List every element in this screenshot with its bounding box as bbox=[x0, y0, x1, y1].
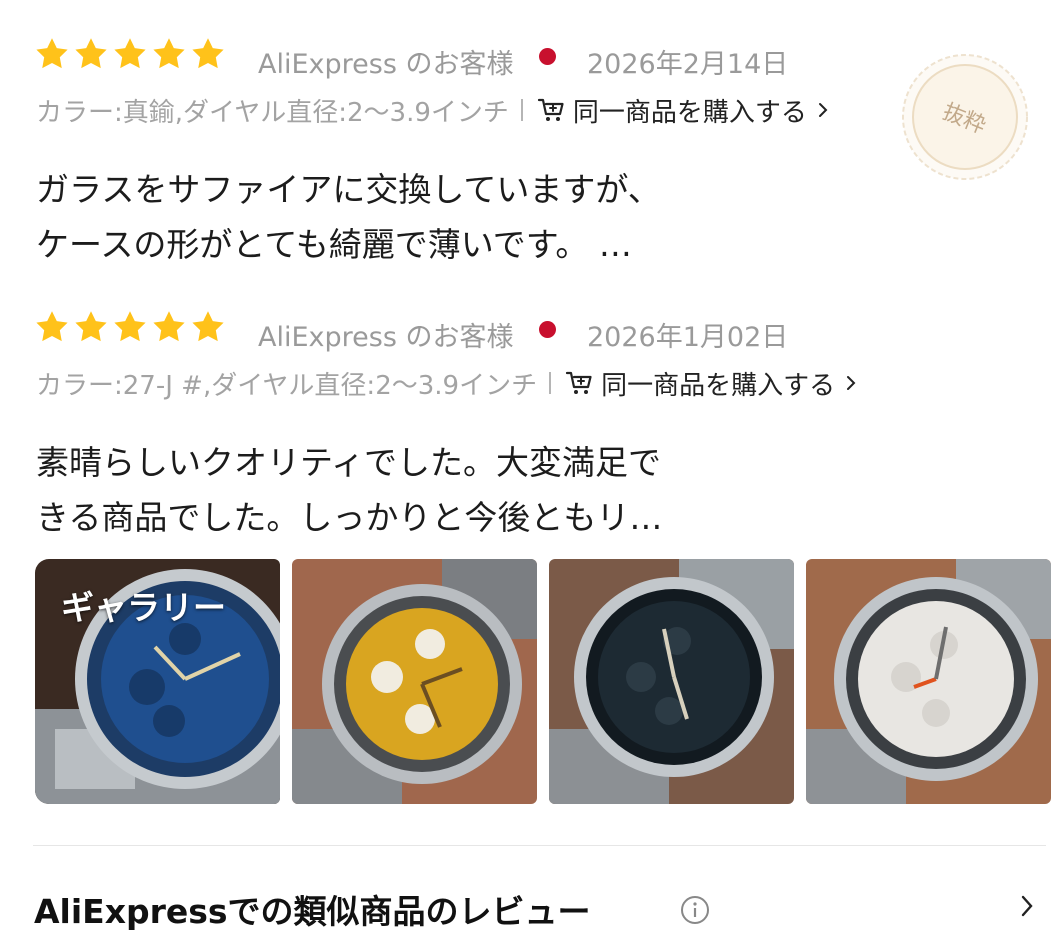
review-text-line: 素晴らしいクオリティでした。大変満足で bbox=[36, 443, 662, 482]
sku-row: カラー:27-J #,ダイヤル直径:2～3.9インチ 同一商品を購入する bbox=[36, 363, 857, 403]
sku-info: カラー:真鍮,ダイヤル直径:2～3.9インチ bbox=[36, 97, 509, 128]
review-photo-gallery: ギャラリー bbox=[35, 559, 1062, 804]
chevron-right-icon[interactable] bbox=[845, 373, 857, 393]
add-to-cart-icon[interactable] bbox=[565, 369, 593, 397]
country-flag-icon bbox=[539, 321, 556, 338]
excerpt-badge: 抜粋 bbox=[900, 42, 1030, 192]
buy-same-item-link[interactable]: 同一商品を購入する bbox=[573, 92, 807, 129]
gallery-thumbnail[interactable]: ギャラリー bbox=[35, 559, 280, 804]
star-icon bbox=[153, 311, 185, 342]
gallery-label: ギャラリー bbox=[61, 588, 226, 627]
country-flag-icon bbox=[539, 48, 556, 65]
review-meta: AliExpress のお客様 2026年1月02日 bbox=[0, 307, 1062, 353]
star-icon bbox=[114, 38, 146, 69]
star-icon bbox=[36, 38, 68, 69]
review-date: 2026年2月14日 bbox=[587, 49, 789, 80]
sku-info: カラー:27-J #,ダイヤル直径:2～3.9インチ bbox=[36, 370, 538, 401]
info-icon[interactable] bbox=[679, 894, 711, 926]
review-text-line: きる商品でした。しっかりと今後ともリ… bbox=[36, 498, 663, 537]
review-card: AliExpress のお客様 2026年1月02日 カラー:27-J #,ダイ… bbox=[0, 307, 1062, 537]
star-icon bbox=[75, 311, 107, 342]
section-divider bbox=[33, 845, 1046, 846]
star-rating bbox=[34, 309, 226, 345]
star-icon bbox=[153, 38, 185, 69]
similar-reviews-heading[interactable]: AliExpressでの類似商品のレビュー bbox=[34, 885, 591, 933]
chevron-right-icon[interactable] bbox=[1020, 894, 1034, 918]
gallery-thumbnail[interactable] bbox=[292, 559, 537, 804]
buy-same-item-link[interactable]: 同一商品を購入する bbox=[601, 365, 835, 402]
sku-row: カラー:真鍮,ダイヤル直径:2～3.9インチ 同一商品を購入する bbox=[36, 90, 829, 130]
star-icon bbox=[114, 311, 146, 342]
review-text-line: ガラスをサファイアに交換していますが、 bbox=[36, 170, 661, 209]
star-rating bbox=[34, 36, 226, 72]
chevron-right-icon[interactable] bbox=[817, 100, 829, 120]
review-date: 2026年1月02日 bbox=[587, 322, 789, 353]
watch-photo-yellow bbox=[292, 559, 537, 804]
gallery-thumbnail[interactable] bbox=[549, 559, 794, 804]
add-to-cart-icon[interactable] bbox=[537, 96, 565, 124]
star-icon bbox=[75, 38, 107, 69]
reviewer-name: AliExpress のお客様 bbox=[258, 322, 514, 353]
separator bbox=[549, 372, 552, 394]
watch-photo-white bbox=[806, 559, 1051, 804]
star-icon bbox=[192, 38, 224, 69]
review-text[interactable]: ガラスをサファイアに交換していますが、 ケースの形がとても綺麗で薄いです。 … bbox=[36, 162, 661, 272]
review-text-line: ケースの形がとても綺麗で薄いです。 … bbox=[36, 225, 632, 264]
star-icon bbox=[36, 311, 68, 342]
separator bbox=[520, 99, 523, 121]
watch-photo-black bbox=[549, 559, 794, 804]
review-text[interactable]: 素晴らしいクオリティでした。大変満足で きる商品でした。しっかりと今後ともリ… bbox=[36, 435, 662, 545]
gallery-thumbnail[interactable] bbox=[806, 559, 1051, 804]
reviewer-name: AliExpress のお客様 bbox=[258, 49, 514, 80]
star-icon bbox=[192, 311, 224, 342]
